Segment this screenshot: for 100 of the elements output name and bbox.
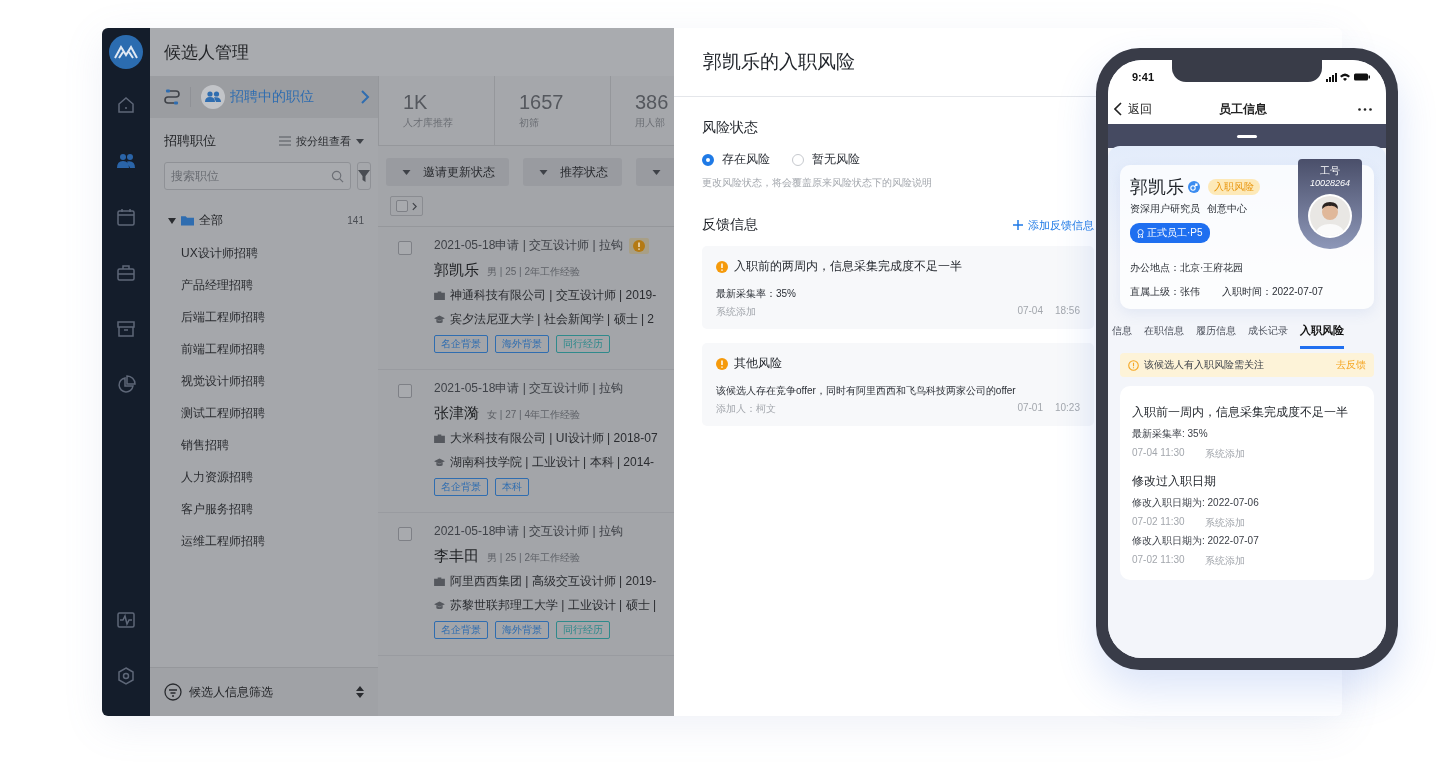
count: 141 [347, 215, 364, 226]
education: 湖南科技学院 | 工业设计 | 本科 | 2014- [450, 454, 655, 471]
checkbox[interactable] [398, 384, 412, 398]
radio-option[interactable]: 存在风险 [702, 151, 770, 168]
status-icons [1326, 72, 1370, 82]
record-source: 系统添加 [1204, 516, 1245, 530]
candidate-info: 男 | 25 | 2年工作经验 [487, 551, 580, 565]
drag-handle[interactable] [1237, 134, 1257, 138]
job-title: 资深用户研究员 [1130, 202, 1200, 216]
medal-icon [1137, 228, 1144, 238]
add-feedback-link[interactable]: 添加反馈信息 [1013, 217, 1094, 233]
link-icon [162, 87, 191, 107]
filter-dropdown[interactable]: 推荐状态 [523, 158, 622, 186]
briefcase-icon [434, 291, 445, 300]
tag: 同行经历 [556, 621, 610, 639]
tag: 名企背景 [434, 621, 488, 639]
filter-icon [164, 683, 182, 701]
mountain-logo-icon [109, 35, 143, 69]
feedback-date: 07-04 [1017, 305, 1043, 318]
more-icon[interactable] [1358, 107, 1372, 111]
filter-dropdown[interactable] [636, 158, 674, 186]
candidate-info: 男 | 25 | 2年工作经验 [487, 265, 580, 279]
caret-icon [652, 169, 661, 175]
candidate-card[interactable]: 2021-05-18申请 | 交互设计师 | 拉钩 郭凯乐 男 | 25 | 2年工作经验 神通科技有限公司 | 交互设计师 | 2019- 宾夕法尼亚大学 | 社会新闻学 | 硕士 | 2 名企背景 海外背景 同行经历 [378, 227, 674, 370]
checkbox[interactable] [398, 241, 412, 255]
filter-label[interactable]: 候选人信息筛选 [189, 683, 349, 701]
chevron-left-icon [1114, 102, 1122, 116]
filter-dropdown[interactable]: 邀请更新状态 [386, 158, 509, 186]
tab[interactable]: 成长记录 [1248, 323, 1288, 349]
search-field[interactable]: 搜索职位 [164, 162, 351, 190]
hint-text: 更改风险状态，将会覆盖原来风险状态下的风险说明 [702, 176, 933, 190]
stat-value: 1K [403, 91, 429, 114]
archive-icon [116, 319, 136, 339]
position-item[interactable]: 前端工程师招聘 [150, 333, 378, 365]
candidate-name[interactable]: 李丰田 [434, 547, 479, 566]
pie-chart-icon [116, 375, 136, 395]
tab[interactable]: 信息 [1112, 323, 1132, 349]
record-text: 最新采集率: 35% [1132, 427, 1209, 441]
feedback-author: 系统添加 [716, 305, 756, 319]
male-icon [1188, 181, 1200, 193]
work-experience: 大米科技有限公司 | UI设计师 | 2018-07 [450, 430, 658, 447]
work-experience: 神通科技有限公司 | 交互设计师 | 2019- [450, 287, 657, 304]
chevron-right-icon[interactable] [360, 90, 370, 104]
calendar-icon [116, 207, 136, 227]
position-item[interactable]: UX设计师招聘 [150, 237, 378, 269]
tree-label: 全部 [199, 212, 224, 229]
record-title: 修改过入职日期 [1132, 473, 1217, 490]
record-source: 系统添加 [1204, 554, 1245, 568]
tree-item[interactable]: 全部 141 [150, 190, 378, 229]
tab[interactable]: 在职信息 [1144, 323, 1184, 349]
position-item[interactable]: 运维工程师招聘 [150, 525, 378, 557]
briefcase-icon [116, 263, 136, 283]
screen-title: 员工信息 [1218, 100, 1268, 118]
tag: 名企背景 [434, 478, 488, 496]
warning-icon [632, 239, 645, 252]
candidate-name[interactable]: 张津漪 [434, 404, 479, 423]
back-button[interactable]: 返回 [1114, 100, 1174, 118]
alert-text: 该候选人有入职风险需关注 [1144, 358, 1265, 372]
warning-icon [716, 357, 728, 370]
feedback-title: 入职前的两周内，信息采集完成度不足一半 [734, 258, 962, 275]
search-icon [331, 170, 344, 183]
employee-name: 郭凯乐 [1130, 176, 1184, 199]
work-experience: 阿里西西集团 | 高级交互设计师 | 2019- [450, 573, 657, 590]
position-item[interactable]: 产品经理招聘 [150, 269, 378, 301]
sort-icon[interactable] [356, 686, 364, 698]
position-item[interactable]: 测试工程师招聘 [150, 397, 378, 429]
checkbox[interactable] [396, 200, 408, 212]
position-item[interactable]: 销售招聘 [150, 429, 378, 461]
application-info: 2021-05-18申请 | 交互设计师 | 拉钩 [434, 523, 623, 540]
checkbox[interactable] [398, 527, 412, 541]
employee-id: 10028264 [1309, 178, 1350, 188]
risk-badge[interactable] [628, 237, 649, 254]
manager: 直属上级：张伟 [1130, 285, 1200, 299]
list-icon [279, 136, 291, 146]
group-view-dropdown[interactable]: 按分组查看 [279, 133, 364, 149]
feedback-title: 其他风险 [734, 355, 782, 372]
office-location: 办公地点：北京·王府花园 [1130, 261, 1245, 275]
caret-icon [539, 169, 548, 175]
candidate-name[interactable]: 郭凯乐 [434, 261, 479, 280]
filter-button[interactable] [357, 162, 371, 190]
caret-icon [356, 138, 364, 144]
position-item[interactable]: 人力资源招聘 [150, 461, 378, 493]
select-all-dropdown[interactable] [390, 196, 423, 216]
tag: 名企背景 [434, 335, 488, 353]
radio-button[interactable] [702, 153, 714, 166]
tab[interactable]: 履历信息 [1196, 323, 1236, 349]
home-icon [116, 95, 136, 115]
tag: 本科 [495, 478, 529, 496]
tab[interactable]: 入职风险 [1300, 323, 1344, 349]
feedback-time: 18:56 [1054, 305, 1080, 318]
position-item[interactable]: 视觉设计师招聘 [150, 365, 378, 397]
department: 创意中心 [1207, 202, 1247, 216]
radio-option[interactable]: 暂无风险 [792, 151, 860, 168]
plus-icon [1013, 220, 1023, 230]
position-item[interactable]: 客户服务招聘 [150, 493, 378, 525]
graduation-cap-icon [434, 315, 445, 324]
status-time: 9:41 [1132, 71, 1155, 83]
section-title: 风险状态 [702, 119, 759, 137]
stat-value: 1657 [519, 91, 565, 114]
position-item[interactable]: 后端工程师招聘 [150, 301, 378, 333]
